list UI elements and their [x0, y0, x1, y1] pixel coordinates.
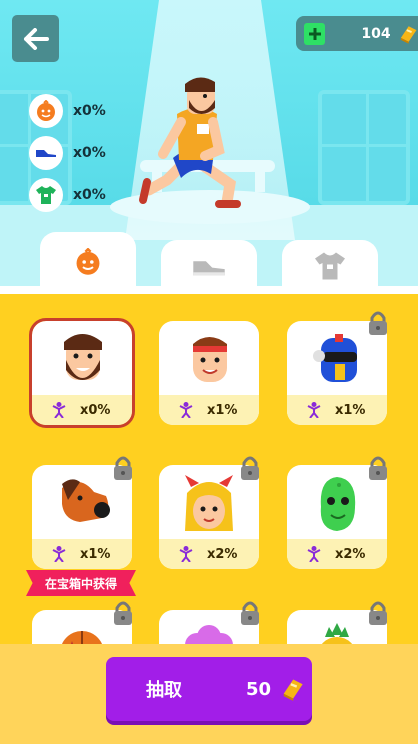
- robot-helmet-avatar: [313, 334, 357, 382]
- face-icon: [37, 100, 55, 121]
- bonus-value: x0%: [80, 402, 111, 418]
- plus-icon: [308, 27, 321, 40]
- draw-cost: 50: [246, 678, 272, 700]
- bonus-value: x1%: [207, 402, 238, 418]
- gold-bar-icon: [283, 679, 303, 701]
- character-card-headband-man[interactable]: x1%: [159, 321, 259, 425]
- pose-icon: [307, 402, 321, 418]
- stat-shoe: x0%: [29, 135, 149, 171]
- pose-icon: [52, 402, 66, 418]
- player-character: [139, 77, 241, 208]
- bearded-man-avatar: [64, 334, 102, 380]
- stat-shirt-value: x0%: [73, 187, 106, 203]
- headband-man-avatar: [193, 337, 227, 382]
- stat-face-value: x0%: [73, 103, 106, 119]
- back-button[interactable]: [12, 15, 59, 62]
- bonus-value: x2%: [335, 546, 366, 562]
- lock-icon: [114, 456, 132, 480]
- face-icon: [76, 248, 100, 275]
- arrow-left-icon: [23, 27, 49, 50]
- devil-girl-avatar: [185, 475, 233, 531]
- shirt-icon: [36, 186, 56, 204]
- shirt-icon: [315, 252, 345, 280]
- stat-shirt: x0%: [29, 177, 149, 213]
- pose-icon: [179, 402, 193, 418]
- tab-shirts[interactable]: [282, 240, 378, 292]
- locker-right: [318, 90, 410, 205]
- draw-button[interactable]: 抽取 50: [106, 657, 312, 721]
- pose-icon: [52, 546, 66, 562]
- character-card-robot-helmet[interactable]: x1%: [287, 321, 387, 425]
- currency-counter: 104: [296, 16, 418, 51]
- bonus-value: x2%: [207, 546, 238, 562]
- shoe-icon: [36, 150, 56, 159]
- green-alien-avatar: [320, 477, 356, 531]
- lock-icon: [241, 601, 259, 625]
- currency-amount: 104: [361, 25, 391, 42]
- tab-face[interactable]: [40, 232, 136, 292]
- stat-shoe-value: x0%: [73, 145, 106, 161]
- shoe-icon: [193, 261, 225, 276]
- pose-icon: [179, 546, 193, 562]
- pose-icon: [307, 546, 321, 562]
- lock-icon: [369, 601, 387, 625]
- character-card-bearded-man[interactable]: x0%: [29, 318, 135, 428]
- lock-icon: [114, 601, 132, 625]
- stat-face: x0%: [29, 93, 149, 129]
- lock-icon: [241, 456, 259, 480]
- bonus-value: x1%: [80, 546, 111, 562]
- bonus-value: x1%: [335, 402, 366, 418]
- add-currency-button[interactable]: [304, 22, 326, 45]
- obtain-from-chest-ribbon: 在宝箱中获得: [26, 570, 136, 596]
- horse-head-avatar: [62, 479, 110, 522]
- lock-icon: [369, 311, 387, 335]
- draw-button-label: 抽取: [146, 680, 182, 701]
- tab-shoes[interactable]: [161, 240, 257, 292]
- gold-bar-icon: [400, 25, 417, 44]
- lock-icon: [369, 456, 387, 480]
